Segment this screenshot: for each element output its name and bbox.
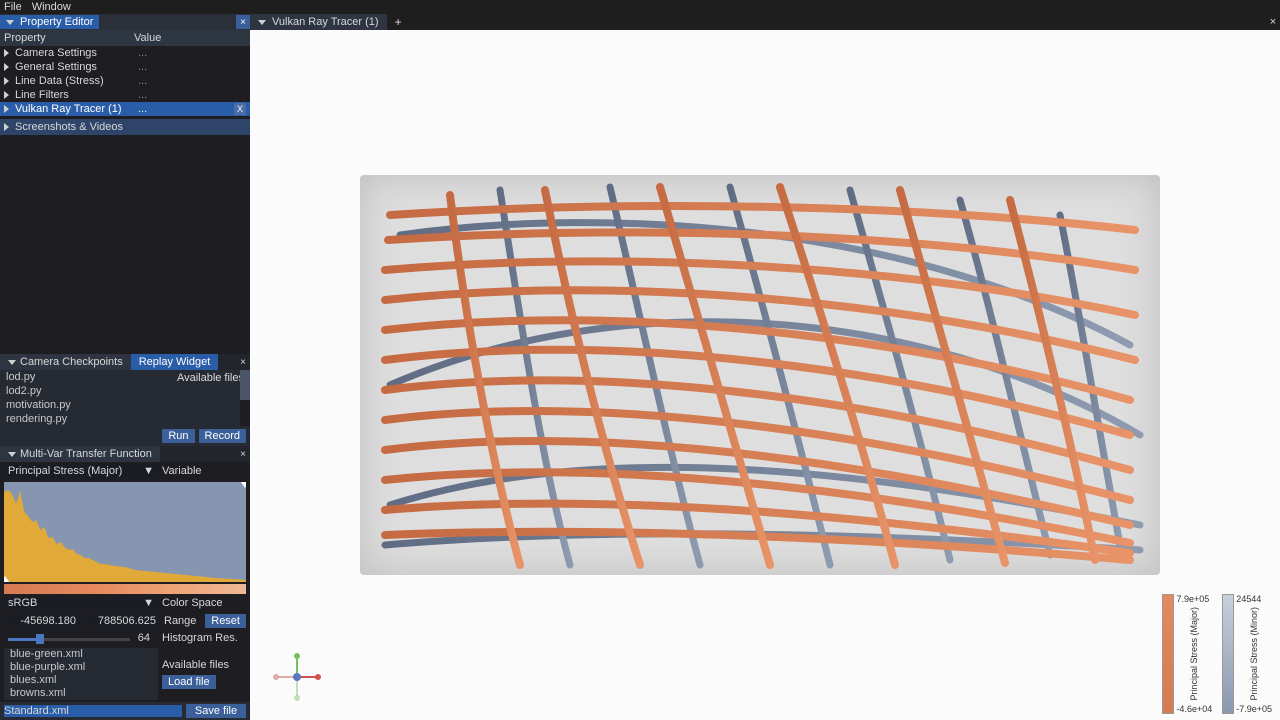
caret-down-icon bbox=[6, 20, 14, 25]
histogram[interactable] bbox=[4, 482, 246, 582]
caret-icon bbox=[4, 91, 9, 99]
prop-row-general[interactable]: General Settings ... bbox=[0, 60, 250, 74]
list-item[interactable]: blues.xml bbox=[4, 674, 158, 687]
legend-major: 7.9e+05 Principal Stress (Major) -4.6e+0… bbox=[1162, 594, 1214, 714]
property-editor-tabbar: Property Editor × bbox=[0, 14, 250, 30]
property-header: Property Value bbox=[0, 30, 250, 46]
histogram-res-slider[interactable] bbox=[8, 634, 130, 644]
colormap-file-list[interactable]: blue-green.xml blue-purple.xml blues.xml… bbox=[4, 648, 158, 700]
legend-minor-max: 24544 bbox=[1236, 594, 1272, 604]
legend-bar-major bbox=[1162, 594, 1174, 714]
color-gradient[interactable] bbox=[4, 584, 246, 594]
tab-transfer-function[interactable]: Multi-Var Transfer Function bbox=[0, 446, 160, 462]
range-handle-left[interactable] bbox=[4, 576, 10, 582]
save-file-button[interactable]: Save file bbox=[186, 704, 246, 718]
caret-icon bbox=[4, 49, 9, 57]
menu-window[interactable]: Window bbox=[32, 1, 71, 13]
list-item[interactable]: browns.xml bbox=[4, 687, 158, 700]
caret-down-icon bbox=[8, 452, 16, 457]
prop-row-vulkan[interactable]: Vulkan Ray Tracer (1) ... X bbox=[0, 102, 250, 116]
caret-icon bbox=[4, 77, 9, 85]
variable-label: Variable bbox=[162, 465, 246, 477]
legend-bar-minor bbox=[1222, 594, 1234, 714]
checkpoints-tabbar: Camera Checkpoints Replay Widget × bbox=[0, 354, 250, 370]
scrollbar[interactable] bbox=[240, 370, 250, 426]
colorspace-select[interactable]: sRGB▼ bbox=[4, 596, 158, 610]
list-item[interactable]: blue-green.xml bbox=[4, 648, 158, 661]
selected-colormap[interactable]: Standard.xml bbox=[4, 705, 182, 717]
close-icon[interactable]: × bbox=[236, 354, 250, 370]
available-files-label: Available files bbox=[162, 659, 229, 671]
caret-icon bbox=[4, 123, 9, 131]
list-item[interactable]: lod2.py bbox=[0, 384, 250, 398]
render-canvas[interactable]: 7.9e+05 Principal Stress (Major) -4.6e+0… bbox=[250, 30, 1280, 720]
viewport-tab[interactable]: Vulkan Ray Tracer (1) bbox=[250, 14, 387, 30]
legend-minor: 24544 Principal Stress (Minor) -7.9e+05 bbox=[1222, 594, 1274, 714]
legend-major-label: Principal Stress (Major) bbox=[1189, 607, 1199, 701]
menu-bar[interactable]: File Window bbox=[0, 0, 1280, 14]
tab-replay-widget[interactable]: Replay Widget bbox=[131, 354, 219, 370]
property-editor-tab[interactable]: Property Editor bbox=[0, 15, 99, 29]
legend-major-min: -4.6e+04 bbox=[1176, 704, 1212, 714]
histogram-res-value: 64 bbox=[138, 632, 150, 644]
legend-major-max: 7.9e+05 bbox=[1176, 594, 1212, 604]
load-file-button[interactable]: Load file bbox=[162, 675, 216, 689]
replay-file-list[interactable]: Available files lod.py lod2.py motivatio… bbox=[0, 370, 250, 426]
variable-select[interactable]: Principal Stress (Major)▼ bbox=[4, 464, 158, 478]
legend-minor-min: -7.9e+05 bbox=[1236, 704, 1272, 714]
run-button[interactable]: Run bbox=[162, 429, 194, 443]
remove-renderer-button[interactable]: X bbox=[234, 103, 246, 115]
viewport: Vulkan Ray Tracer (1) + × bbox=[250, 14, 1280, 720]
col-property: Property bbox=[0, 30, 130, 46]
close-icon[interactable]: × bbox=[1266, 14, 1280, 30]
caret-down-icon bbox=[8, 360, 16, 365]
range-label: Range bbox=[164, 615, 196, 627]
caret-down-icon bbox=[258, 20, 266, 25]
col-value: Value bbox=[130, 30, 250, 46]
colorspace-label: Color Space bbox=[162, 597, 246, 609]
prop-row-linefilters[interactable]: Line Filters ... bbox=[0, 88, 250, 102]
caret-icon bbox=[4, 105, 9, 113]
close-icon[interactable]: × bbox=[236, 15, 250, 29]
viewport-tabbar: Vulkan Ray Tracer (1) + × bbox=[250, 14, 1280, 30]
range-max-input[interactable] bbox=[84, 614, 160, 628]
reset-button[interactable]: Reset bbox=[205, 614, 246, 628]
list-item[interactable]: motivation.py bbox=[0, 398, 250, 412]
sidebar: Property Editor × Property Value Camera … bbox=[0, 14, 250, 720]
color-legend: 7.9e+05 Principal Stress (Major) -4.6e+0… bbox=[1162, 594, 1274, 714]
available-files-label: Available files bbox=[177, 372, 244, 384]
menu-file[interactable]: File bbox=[4, 1, 22, 13]
prop-row-linedata[interactable]: Line Data (Stress) ... bbox=[0, 74, 250, 88]
range-min-input[interactable] bbox=[4, 614, 80, 628]
screenshots-section[interactable]: Screenshots & Videos bbox=[0, 119, 250, 135]
tab-camera-checkpoints[interactable]: Camera Checkpoints bbox=[0, 354, 131, 370]
record-button[interactable]: Record bbox=[199, 429, 246, 443]
legend-minor-label: Principal Stress (Minor) bbox=[1249, 607, 1259, 701]
add-viewport-button[interactable]: + bbox=[387, 14, 410, 30]
tf-tabbar: Multi-Var Transfer Function × bbox=[0, 446, 250, 462]
close-icon[interactable]: × bbox=[236, 446, 250, 462]
caret-icon bbox=[4, 63, 9, 71]
list-item[interactable]: blue-purple.xml bbox=[4, 661, 158, 674]
prop-row-camera[interactable]: Camera Settings ... bbox=[0, 46, 250, 60]
list-item[interactable]: rendering.py bbox=[0, 412, 250, 426]
axis-gizmo[interactable] bbox=[272, 652, 322, 702]
range-handle-right[interactable] bbox=[240, 482, 246, 488]
rendered-scene bbox=[360, 175, 1160, 575]
histogram-res-label: Histogram Res. bbox=[162, 632, 246, 644]
